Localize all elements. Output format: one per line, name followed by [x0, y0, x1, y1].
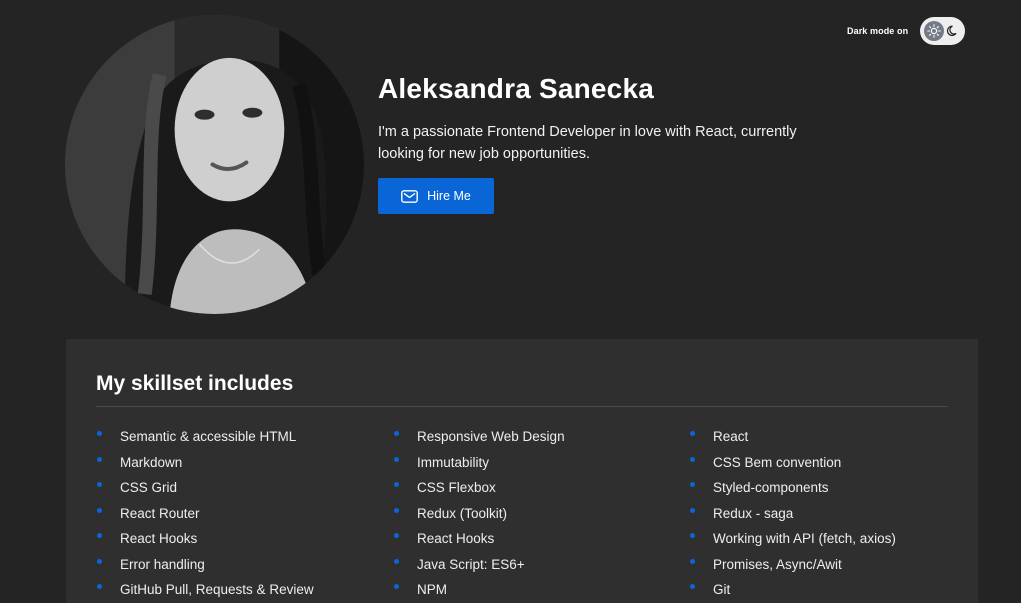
skill-item: React Hooks	[393, 530, 565, 556]
skill-item: Markdown	[96, 454, 314, 480]
bullet-icon	[394, 456, 399, 462]
bullet-icon	[394, 507, 399, 513]
skill-label: Semantic & accessible HTML	[120, 429, 297, 444]
bullet-icon	[690, 507, 695, 513]
skill-label: Promises, Async/Awit	[713, 556, 842, 572]
skill-label: React	[713, 429, 749, 444]
bullet-icon	[97, 558, 102, 564]
theme-switch: Dark mode on	[847, 17, 966, 45]
bullet-icon	[690, 456, 695, 462]
bullet-icon	[394, 431, 399, 436]
hire-me-button[interactable]: Hire Me	[378, 178, 494, 214]
bullet-icon	[394, 533, 399, 538]
skill-item: Promises, Async/Awit	[689, 556, 896, 582]
bullet-icon	[97, 584, 102, 589]
profile-photo	[65, 15, 364, 314]
bullet-icon	[690, 584, 695, 589]
bullet-icon	[394, 482, 399, 487]
skills-column-2: Responsive Web Design Immutability CSS F…	[393, 428, 565, 603]
bullet-icon	[97, 533, 102, 538]
skill-item: Styled-components	[689, 479, 896, 505]
skills-column-1: Semantic & accessible HTML Markdown CSS …	[96, 428, 314, 603]
profile-intro: I'm a passionate Frontend Developer in l…	[378, 124, 797, 162]
bullet-icon	[690, 533, 695, 538]
bullet-icon	[97, 431, 102, 436]
theme-label: Dark mode on	[847, 26, 909, 36]
mail-icon	[401, 189, 419, 203]
dark-mode-toggle[interactable]	[920, 17, 966, 45]
skill-label: React Router	[120, 505, 200, 521]
skill-item: Responsive Web Design	[393, 428, 565, 454]
skill-item: React Router	[96, 505, 314, 531]
bullet-icon	[690, 431, 695, 436]
bullet-icon	[97, 482, 102, 487]
skill-item: Redux (Toolkit)	[393, 505, 565, 531]
skill-label: Redux - saga	[713, 505, 794, 521]
skills-title: My skillset includes	[96, 372, 294, 395]
skill-label: Responsive Web Design	[417, 429, 565, 444]
skills-section: My skillset includes Semantic & accessib…	[66, 339, 978, 603]
skill-label: React Hooks	[417, 531, 495, 546]
skill-label: Working with API (fetch, axios)	[713, 531, 896, 546]
skills-divider	[96, 406, 948, 407]
bullet-icon	[690, 482, 695, 487]
skill-item: React	[689, 428, 896, 454]
skill-item: Redux - saga	[689, 505, 896, 531]
skill-label: Markdown	[120, 454, 183, 470]
sun-icon	[924, 21, 945, 41]
skill-item: Java Script: ES6+	[393, 556, 565, 582]
skill-label: Styled-components	[713, 480, 829, 495]
bullet-icon	[690, 558, 695, 564]
skill-item: Immutability	[393, 454, 565, 480]
skill-item: React Hooks	[96, 530, 314, 556]
bullet-icon	[394, 558, 399, 564]
skill-item: Error handling	[96, 556, 314, 582]
skill-label: CSS Flexbox	[417, 480, 496, 495]
moon-icon	[947, 25, 957, 36]
skill-label: Error handling	[120, 556, 205, 572]
hire-me-label: Hire Me	[427, 189, 471, 203]
skill-item: GitHub Pull, Requests & Review	[96, 581, 314, 603]
skills-column-3: React CSS Bem convention Styled-componen…	[689, 428, 896, 603]
skill-label: Immutability	[417, 454, 490, 470]
skill-label: Java Script: ES6+	[417, 556, 525, 572]
bullet-icon	[97, 507, 102, 513]
skill-label: Redux (Toolkit)	[417, 505, 508, 521]
bullet-icon	[394, 584, 399, 589]
skill-label: NPM	[417, 582, 447, 597]
skill-label: GitHub Pull, Requests & Review	[120, 582, 314, 597]
skill-label: CSS Grid	[120, 480, 178, 495]
skill-item: Git	[689, 581, 896, 603]
skill-item: CSS Flexbox	[393, 479, 565, 505]
skill-label: Git	[713, 582, 731, 597]
skill-item: CSS Bem convention	[689, 454, 896, 480]
skill-label: React Hooks	[120, 531, 198, 546]
skill-item: Semantic & accessible HTML	[96, 428, 314, 454]
skill-item: NPM	[393, 581, 565, 603]
skill-label: CSS Bem convention	[713, 454, 842, 470]
bullet-icon	[97, 456, 102, 462]
skill-item: Working with API (fetch, axios)	[689, 530, 896, 556]
skill-item: CSS Grid	[96, 479, 314, 505]
profile-name: Aleksandra Sanecka	[378, 73, 654, 104]
